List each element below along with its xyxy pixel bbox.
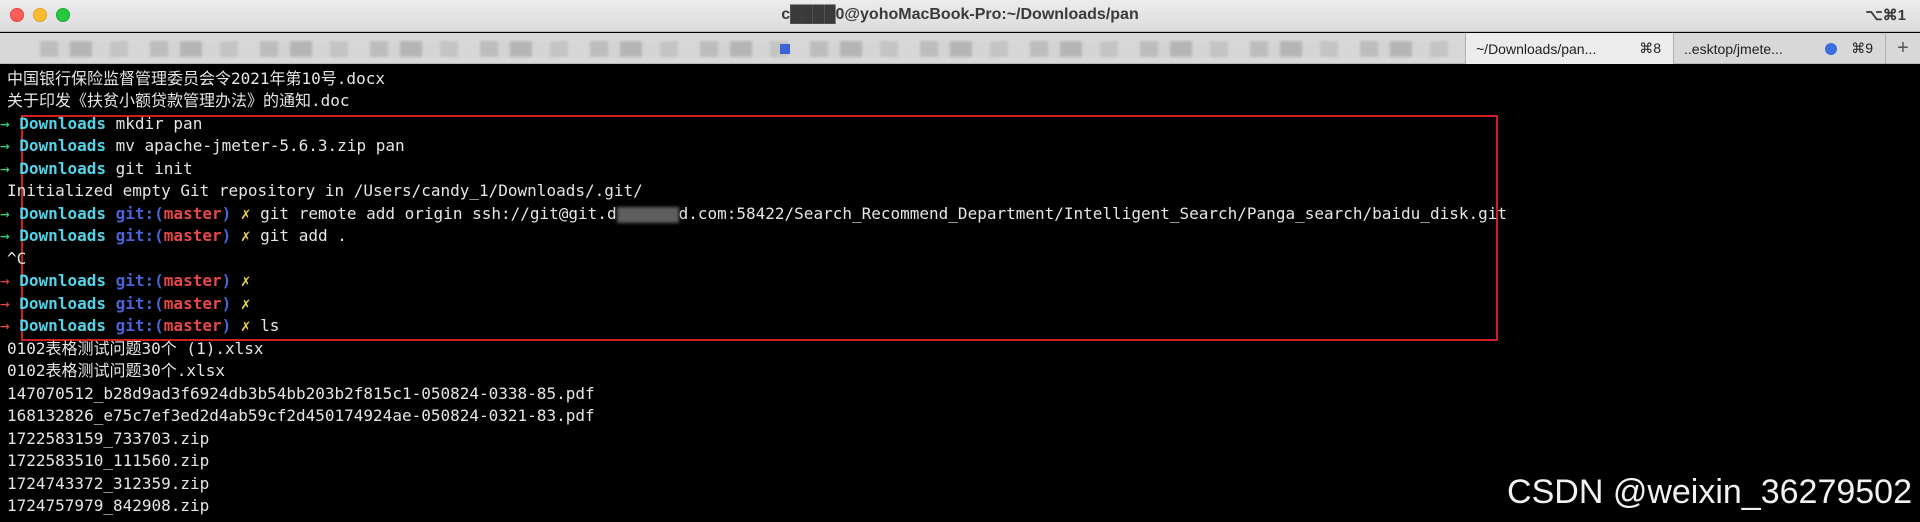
command-text: git init — [115, 159, 193, 178]
tab-bar: ~/Downloads/pan... ⌘8 ..esktop/jmete... … — [0, 33, 1920, 64]
dirty-mark-icon: ✗ — [240, 316, 251, 335]
prompt-line: → Downloads git:(master) ✗ git remote ad… — [0, 203, 1507, 225]
file-list-item: 168132826_e75c7ef3ed2d4ab59cf2d450174924… — [7, 406, 595, 425]
git-label: git:( — [115, 294, 164, 313]
git-label: git:( — [115, 204, 164, 223]
prompt-dir: Downloads — [19, 159, 106, 178]
dirty-mark-icon: ✗ — [240, 204, 251, 223]
tab-shortcut: ⌘9 — [1851, 40, 1873, 56]
prompt-arrow-icon: → — [0, 136, 10, 155]
git-label-close: ) — [221, 294, 232, 313]
prompt-dir: Downloads — [19, 204, 106, 223]
git-label: git:( — [115, 226, 164, 245]
window-titlebar: c████0@yohoMacBook-Pro:~/Downloads/pan ⌥… — [0, 0, 1920, 32]
prompt-dir: Downloads — [19, 114, 106, 133]
file-list-item: 1722583159_733703.zip — [7, 429, 210, 448]
prompt-arrow-icon: → — [0, 294, 10, 313]
prompt-line: → Downloads git:(master) ✗ git add . — [0, 225, 347, 247]
tab-label: ~/Downloads/pan... — [1476, 40, 1597, 57]
window-title: c████0@yohoMacBook-Pro:~/Downloads/pan — [781, 6, 1139, 23]
tab-status-icon — [780, 44, 790, 54]
terminal-output[interactable]: 中国银行保险监督管理委员会令2021年第10号.docx 关于印发《扶贫小额贷款… — [0, 67, 1920, 522]
git-branch: master — [163, 271, 222, 290]
prompt-line: → Downloads mkdir pan — [0, 113, 202, 135]
dirty-mark-icon: ✗ — [240, 294, 251, 313]
git-label-close: ) — [221, 271, 232, 290]
prompt-dir: Downloads — [19, 136, 106, 155]
csdn-watermark: CSDN @weixin_36279502 — [1507, 473, 1912, 511]
dirty-mark-icon: ✗ — [240, 226, 251, 245]
prompt-arrow-icon: → — [0, 159, 10, 178]
prompt-arrow-icon: → — [0, 271, 10, 290]
tab-downloads-pan[interactable]: ~/Downloads/pan... ⌘8 — [1465, 33, 1673, 64]
command-text: ls — [260, 316, 280, 335]
git-label-close: ) — [221, 316, 232, 335]
command-text: git remote add origin ssh://git@git.d — [260, 204, 617, 223]
prompt-dir: Downloads — [19, 316, 106, 335]
prompt-line: → Downloads mv apache-jmeter-5.6.3.zip p… — [0, 135, 405, 157]
file-list-item: 1722583510_111560.zip — [7, 451, 210, 470]
git-branch: master — [163, 316, 222, 335]
command-text: mv apache-jmeter-5.6.3.zip pan — [115, 136, 405, 155]
redacted-text — [616, 206, 679, 223]
git-branch: master — [163, 226, 222, 245]
git-branch: master — [163, 204, 222, 223]
dirty-mark-icon: ✗ — [240, 271, 251, 290]
tab-desktop-jmeter[interactable]: ..esktop/jmete... ⌘9 — [1673, 33, 1885, 64]
prompt-arrow-icon: → — [0, 114, 10, 133]
git-label: git:( — [115, 316, 164, 335]
prompt-line: → Downloads git:(master) ✗ — [0, 293, 251, 315]
file-list-item: 1724757979_842908.zip — [7, 496, 210, 515]
activity-dot-icon — [1825, 43, 1837, 55]
command-text: mkdir pan — [115, 114, 203, 133]
file-list-item: 0102表格测试问题30个.xlsx — [7, 361, 225, 380]
file-list-item: 0102表格测试问题30个 (1).xlsx — [7, 339, 264, 358]
command-text: git add . — [260, 226, 347, 245]
output-line: 关于印发《扶贫小额贷款管理办法》的通知.doc — [7, 91, 350, 110]
output-line: ^C — [7, 249, 27, 268]
prompt-line: → Downloads git:(master) ✗ — [0, 270, 251, 292]
prompt-dir: Downloads — [19, 294, 106, 313]
tab-label: ..esktop/jmete... — [1684, 40, 1783, 57]
file-list-item: 1724743372_312359.zip — [7, 474, 210, 493]
redacted-tabs — [40, 41, 1460, 57]
window-shortcut: ⌥⌘1 — [1865, 7, 1906, 24]
prompt-line: → Downloads git:(master) ✗ ls — [0, 315, 279, 337]
git-branch: master — [163, 294, 222, 313]
prompt-dir: Downloads — [19, 226, 106, 245]
output-line: 中国银行保险监督管理委员会令2021年第10号.docx — [7, 69, 385, 88]
output-line: Initialized empty Git repository in /Use… — [7, 181, 643, 200]
prompt-arrow-icon: → — [0, 316, 10, 335]
prompt-arrow-icon: → — [0, 204, 10, 223]
prompt-dir: Downloads — [19, 271, 106, 290]
git-label: git:( — [115, 271, 164, 290]
command-text: d.com:58422/Search_Recommend_Department/… — [678, 204, 1507, 223]
prompt-line: → Downloads git init — [0, 158, 193, 180]
prompt-arrow-icon: → — [0, 226, 10, 245]
git-label-close: ) — [221, 204, 232, 223]
file-list-item: 147070512_b28d9ad3f6924db3b54bb203b2f815… — [7, 384, 595, 403]
new-tab-button[interactable]: + — [1885, 33, 1920, 64]
tab-shortcut: ⌘8 — [1639, 40, 1661, 56]
git-label-close: ) — [221, 226, 232, 245]
